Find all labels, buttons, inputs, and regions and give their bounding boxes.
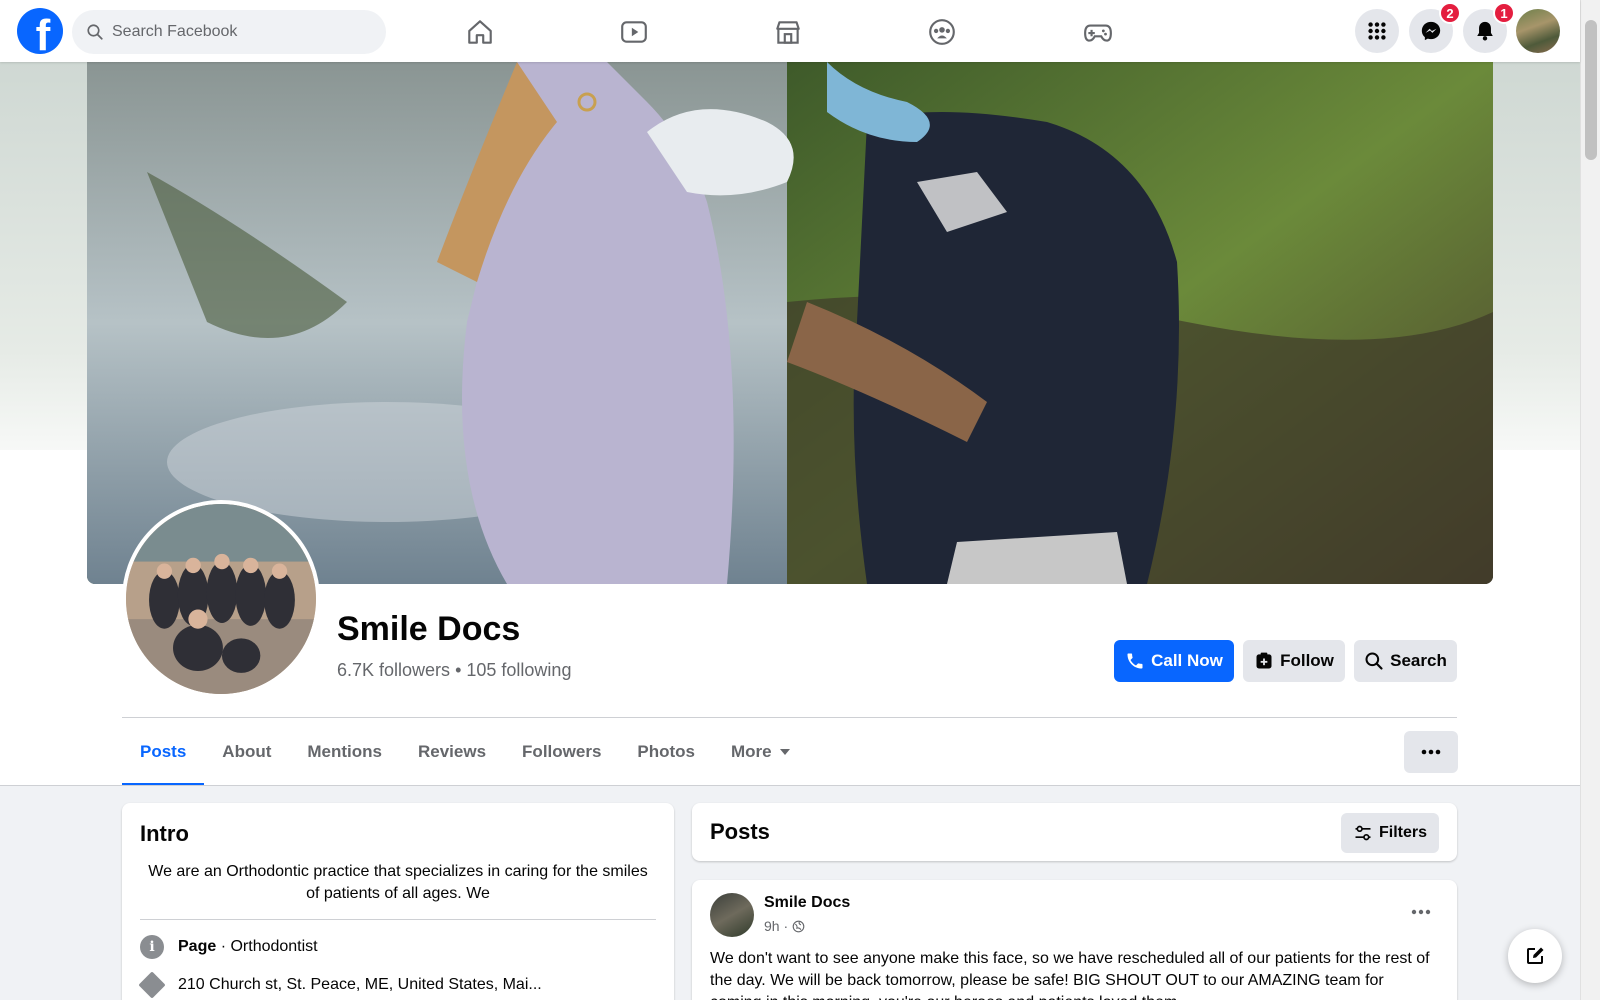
- tab-mentions[interactable]: Mentions: [289, 718, 400, 786]
- phone-icon: [1127, 653, 1143, 669]
- post-author-avatar[interactable]: [710, 893, 754, 937]
- tab-photos[interactable]: Photos: [619, 718, 713, 786]
- search-icon: [1365, 652, 1383, 670]
- follow-button[interactable]: Follow: [1243, 640, 1345, 682]
- tab-posts[interactable]: Posts: [122, 718, 205, 786]
- post-author-name[interactable]: Smile Docs: [764, 894, 850, 912]
- more-dots-icon: [1411, 909, 1431, 915]
- info-icon: i: [140, 935, 164, 959]
- scrollbar-thumb[interactable]: [1585, 20, 1597, 160]
- follow-stats: 6.7K followers • 105 following: [337, 660, 571, 681]
- follow-label: Follow: [1280, 651, 1334, 670]
- category-bold: Page: [178, 938, 217, 955]
- tab-about[interactable]: About: [204, 718, 289, 786]
- messenger-icon: [1421, 21, 1441, 41]
- search-input[interactable]: [112, 23, 372, 41]
- tab-label: Photos: [637, 742, 696, 761]
- video-icon[interactable]: [612, 10, 656, 54]
- post-body-text: We don't want to see anyone make this fa…: [710, 950, 1430, 1000]
- page-search-label: Search: [1390, 651, 1447, 670]
- search-icon: [87, 24, 103, 40]
- globe-icon: [792, 920, 805, 932]
- groups-icon[interactable]: [920, 10, 964, 54]
- filters-icon: [1355, 825, 1371, 841]
- messenger-button[interactable]: 2: [1409, 2, 1461, 53]
- menu-button[interactable]: [1355, 9, 1399, 53]
- cover-photo[interactable]: [87, 62, 1493, 584]
- posts-header-card: Posts Filters: [692, 803, 1457, 861]
- tab-label: More: [731, 742, 772, 761]
- intro-card: Intro We are an Orthodontic practice tha…: [122, 803, 674, 1000]
- intro-address[interactable]: 210 Church st, St. Peace, ME, United Sta…: [178, 976, 542, 994]
- intro-category: Page · Orthodontist: [178, 938, 318, 956]
- location-icon: [138, 971, 166, 999]
- facebook-logo-letter: f: [35, 11, 51, 55]
- profile-picture[interactable]: [122, 500, 320, 698]
- call-now-button[interactable]: Call Now: [1114, 640, 1234, 682]
- followers-link[interactable]: 6.7K followers: [337, 660, 450, 680]
- category-rest: · Orthodontist: [216, 938, 318, 955]
- search-bar[interactable]: [72, 10, 386, 54]
- follow-icon: [1256, 652, 1272, 669]
- more-dots-icon: [1421, 749, 1441, 755]
- tab-more[interactable]: More: [713, 718, 808, 786]
- marketplace-icon[interactable]: [766, 10, 810, 54]
- tab-label: Followers: [522, 742, 602, 761]
- header-bottom-border: [0, 785, 1580, 786]
- gaming-icon[interactable]: [1076, 10, 1120, 54]
- stats-separator: •: [450, 660, 467, 680]
- profile-tabs: Posts About Mentions Reviews Followers P…: [122, 718, 808, 786]
- intro-address-row: 210 Church st, St. Peace, ME, United Sta…: [138, 971, 542, 999]
- page-search-button[interactable]: Search: [1354, 640, 1457, 682]
- top-navigation-bar: f 2 1: [0, 0, 1580, 62]
- intro-category-row: i Page · Orthodontist: [140, 935, 318, 959]
- home-icon[interactable]: [458, 10, 502, 54]
- compose-icon: [1527, 947, 1544, 964]
- tab-label: Mentions: [307, 742, 382, 761]
- posts-title: Posts: [710, 819, 770, 844]
- post-options-button[interactable]: [1403, 898, 1439, 926]
- new-message-button[interactable]: [1508, 929, 1562, 983]
- intro-title: Intro: [140, 821, 189, 846]
- tab-label: About: [222, 742, 272, 761]
- tab-followers[interactable]: Followers: [504, 718, 619, 786]
- messenger-badge: 2: [1439, 2, 1461, 24]
- account-avatar[interactable]: [1516, 9, 1560, 53]
- call-now-label: Call Now: [1151, 651, 1223, 670]
- caret-down-icon: [779, 749, 790, 755]
- notifications-button[interactable]: 1: [1463, 2, 1515, 53]
- tab-label: Posts: [140, 742, 187, 761]
- post-card: Smile Docs 9h · We don't want to see any…: [692, 880, 1457, 1000]
- notifications-badge: 1: [1493, 2, 1515, 24]
- tab-label: Reviews: [418, 742, 487, 761]
- intro-divider: [140, 919, 656, 920]
- following-link[interactable]: 105 following: [466, 660, 571, 680]
- post-timestamp[interactable]: 9h ·: [764, 918, 788, 934]
- tab-reviews[interactable]: Reviews: [400, 718, 504, 786]
- page-scrollbar[interactable]: [1580, 0, 1600, 1000]
- filters-label: Filters: [1378, 824, 1427, 841]
- intro-description: We are an Orthodontic practice that spec…: [148, 863, 648, 902]
- bell-icon: [1477, 21, 1493, 41]
- page-options-button[interactable]: [1404, 731, 1458, 773]
- page-title: Smile Docs: [337, 610, 521, 648]
- post-meta: 9h ·: [764, 918, 805, 934]
- facebook-logo[interactable]: f: [17, 8, 63, 54]
- grid-menu-icon: [1368, 22, 1386, 40]
- filters-button[interactable]: Filters: [1341, 813, 1439, 853]
